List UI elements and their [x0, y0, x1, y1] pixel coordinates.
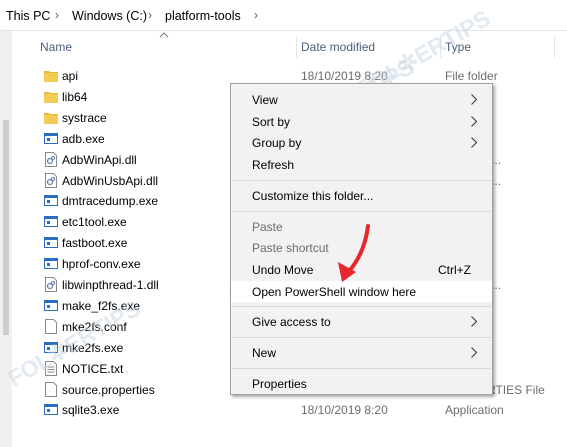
file-name: mke2fs.conf [62, 319, 127, 334]
menu-item-label: Properties [252, 376, 307, 391]
file-name: libwinpthread-1.dll [62, 278, 159, 292]
file-name: make_f2fs.exe [62, 298, 141, 313]
exe-icon [44, 402, 58, 417]
column-divider[interactable] [440, 36, 441, 58]
dll-icon [44, 172, 58, 188]
menu-separator [232, 179, 491, 181]
menu-item-label: Customize this folder... [252, 188, 374, 203]
exe-icon [44, 340, 58, 355]
breadcrumb-chevron-icon[interactable]: › [55, 8, 59, 22]
text-file-icon [44, 360, 58, 376]
file-name: dmtracedump.exe [62, 194, 159, 209]
folder-icon [44, 68, 58, 83]
file-name: api [62, 69, 79, 83]
file-type: Application [445, 403, 504, 418]
exe-icon [44, 214, 58, 229]
file-name: AdbWinUsbApi.dll [62, 173, 159, 188]
menu-item-view[interactable]: View [231, 89, 492, 110]
breadcrumb: This PC › Windows (C:) › platform-tools … [0, 0, 567, 31]
menu-item-label: Group by [252, 136, 302, 151]
column-divider[interactable] [554, 36, 555, 58]
chevron-right-icon [471, 347, 477, 358]
breadcrumb-chevron-icon[interactable]: › [254, 8, 258, 22]
chevron-right-icon [471, 137, 477, 149]
menu-item-refresh[interactable]: Refresh [231, 154, 492, 175]
menu-item-customize-this-folder[interactable]: Customize this folder... [231, 185, 492, 206]
exe-icon [44, 298, 58, 313]
folder-icon [44, 89, 58, 104]
file-name: lib64 [62, 89, 88, 104]
file-icon [44, 318, 58, 334]
menu-item-label: Sort by [252, 114, 291, 129]
file-row[interactable]: sqlite3.exe 18/10/2019 8:20 Application [38, 399, 567, 420]
file-type: File folder [445, 69, 498, 83]
chevron-right-icon [471, 94, 477, 105]
menu-separator [232, 367, 491, 369]
file-name: source.properties [62, 382, 155, 397]
exe-icon [44, 256, 58, 271]
file-name: NOTICE.txt [62, 361, 124, 376]
column-header-name[interactable]: Name [40, 40, 72, 54]
exe-icon [44, 235, 58, 250]
file-name: mke2fs.exe [62, 340, 124, 355]
breadcrumb-item-drive[interactable]: Windows (C:) [72, 9, 147, 23]
folder-icon [44, 110, 58, 125]
breadcrumb-item-folder[interactable]: platform-tools [165, 9, 241, 23]
file-name: hprof-conv.exe [62, 257, 141, 272]
scrollbar-thumb[interactable] [3, 120, 9, 335]
file-icon [44, 381, 58, 397]
breadcrumb-item-this-pc[interactable]: This PC [6, 9, 50, 23]
file-date-modified: 18/10/2019 8:20 [301, 69, 388, 83]
file-name: systrace [62, 110, 107, 125]
red-arrow-annotation-icon [338, 224, 370, 282]
menu-item-label: Undo Move [252, 262, 314, 277]
menu-separator [232, 210, 491, 212]
chevron-right-icon [471, 316, 477, 328]
menu-item-give-access-to[interactable]: Give access to [231, 311, 492, 332]
menu-item-label: Paste shortcut [252, 241, 329, 256]
file-name: etc1tool.exe [62, 215, 127, 230]
dll-icon [44, 151, 58, 167]
file-name: sqlite3.exe [62, 403, 120, 418]
menu-item-sort-by[interactable]: Sort by [231, 111, 492, 132]
file-name: AdbWinApi.dll [62, 152, 137, 167]
menu-item-label: New [252, 346, 277, 360]
menu-item-label: Refresh [252, 158, 295, 173]
menu-item-group-by[interactable]: Group by [231, 132, 492, 153]
column-divider[interactable] [296, 36, 297, 58]
column-header-type[interactable]: Type [445, 40, 471, 54]
sort-ascending-icon [159, 32, 169, 38]
menu-separator [232, 337, 491, 338]
file-name: fastboot.exe [62, 236, 128, 251]
menu-item-new[interactable]: New [231, 342, 492, 363]
exe-icon [44, 131, 58, 146]
file-name: adb.exe [62, 131, 105, 146]
chevron-right-icon [471, 115, 477, 127]
menu-item-shortcut: Ctrl+Z [438, 262, 471, 277]
menu-item-label: View [252, 93, 278, 107]
exe-icon [44, 193, 58, 208]
menu-item-properties[interactable]: Properties [231, 373, 492, 394]
breadcrumb-chevron-icon[interactable]: › [148, 8, 152, 22]
menu-item-label: Give access to [252, 315, 331, 330]
menu-separator [232, 306, 491, 308]
dll-icon [44, 277, 58, 292]
menu-item-label: Paste [252, 219, 283, 234]
file-date-modified: 18/10/2019 8:20 [301, 403, 388, 418]
column-header-date-modified[interactable]: Date modified [301, 40, 375, 54]
